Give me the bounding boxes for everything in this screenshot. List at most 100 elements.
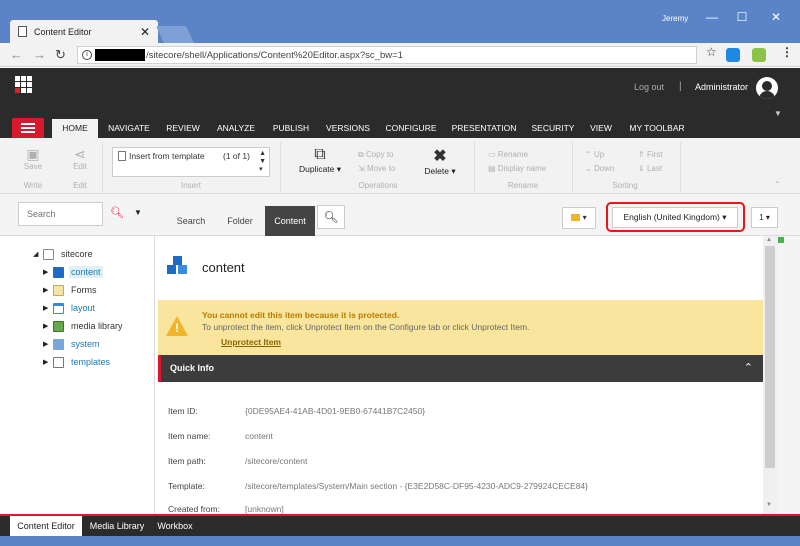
tab-search[interactable]: Search — [167, 206, 215, 236]
tab-navigate[interactable]: NAVIGATE — [102, 119, 156, 138]
extension-icon[interactable] — [726, 48, 740, 62]
search-icon[interactable]: 🔍︎ — [317, 205, 345, 229]
gallery-spinner-icon[interactable]: ▲ ▼ ▾ — [259, 150, 266, 174]
tab-home[interactable]: HOME — [52, 119, 98, 138]
move-to-button[interactable]: ⇲ Move to — [358, 164, 395, 173]
down-button[interactable]: ⌄ Down — [585, 164, 614, 173]
tree-item-system[interactable]: ▶ system — [43, 336, 102, 352]
forward-arrow-icon[interactable]: → — [33, 47, 46, 62]
search-icon[interactable]: 🔍︎ — [110, 206, 124, 219]
expand-icon[interactable]: ▶ — [43, 322, 53, 330]
expand-icon[interactable]: ▶ — [43, 358, 53, 366]
chevron-down-icon[interactable]: ▼ — [134, 208, 142, 217]
tab-content-editor[interactable]: Content Editor — [10, 516, 82, 536]
sitecore-launchpad-icon[interactable] — [15, 76, 32, 93]
quick-info-header[interactable]: Quick Info ⌃ — [158, 355, 763, 382]
tree-item-forms[interactable]: ▶ Forms — [43, 282, 99, 298]
insert-gallery[interactable]: Insert from template (1 of 1) ▲ ▼ ▾ — [112, 147, 270, 177]
tab-security[interactable]: SECURITY — [526, 119, 580, 138]
tab-versions[interactable]: VERSIONS — [321, 119, 375, 138]
tab-publish[interactable]: PUBLISH — [267, 119, 315, 138]
tab-my-toolbar[interactable]: MY TOOLBAR — [624, 119, 690, 138]
tab-view[interactable]: VIEW — [585, 119, 617, 138]
document-icon — [18, 26, 27, 37]
editor-toolbar: Search Folder Content 🔍︎ ▾ English (Unit… — [155, 194, 800, 236]
scroll-down-icon[interactable]: ▼ — [766, 502, 772, 508]
url-field[interactable]: i /sitecore/shell/Applications/Content%2… — [77, 46, 697, 64]
avatar[interactable] — [756, 77, 778, 99]
tab-review[interactable]: REVIEW — [163, 119, 203, 138]
panel-selector-button[interactable]: ▾ — [562, 207, 596, 229]
chevron-up-icon[interactable]: ⌃ — [744, 361, 753, 374]
browser-menu-icon[interactable]: ⋮ — [781, 45, 793, 59]
tab-folder[interactable]: Folder — [215, 206, 265, 236]
copy-icon: ⧉ — [358, 150, 366, 159]
logout-link[interactable]: Log out — [634, 82, 664, 92]
ribbon-minimize-icon[interactable]: ⌃ — [774, 180, 781, 189]
back-arrow-icon[interactable]: ← — [10, 47, 23, 62]
browser-tab[interactable]: Content Editor ✕ — [10, 20, 158, 43]
search-input[interactable] — [18, 202, 103, 226]
last-button[interactable]: ⇓ Last — [638, 164, 662, 173]
field-value: {0DE95AE4-41AB-4D01-9EB0-67441B7C2450} — [245, 406, 426, 416]
group-insert: Insert — [180, 181, 201, 190]
save-icon: ▣ — [26, 146, 40, 162]
ribbon-collapse-icon[interactable]: ▼ — [774, 109, 782, 118]
hamburger-menu-icon[interactable] — [12, 118, 44, 138]
expand-icon[interactable]: ▶ — [43, 286, 53, 294]
info-icon[interactable]: i — [82, 50, 92, 60]
scroll-up-icon[interactable]: ▲ — [766, 237, 772, 243]
tab-analyze[interactable]: ANALYZE — [212, 119, 260, 138]
display-name-button[interactable]: ▤ Display name — [488, 164, 546, 173]
tab-content[interactable]: Content — [265, 206, 315, 236]
user-name[interactable]: Administrator — [695, 82, 748, 92]
first-button[interactable]: ⇑ First — [638, 150, 663, 159]
reload-icon[interactable]: ↻ — [55, 47, 66, 63]
edit-button[interactable]: ⋖ Edit — [65, 146, 95, 171]
expand-icon[interactable]: ▶ — [43, 268, 53, 276]
field-value: /sitecore/templates/System/Main section … — [245, 481, 588, 491]
new-tab-button[interactable] — [156, 26, 194, 43]
down-icon: ⌄ — [585, 164, 594, 173]
tree-item-templates[interactable]: ▶ templates — [43, 354, 112, 370]
delete-button[interactable]: ✖ Delete ▾ — [418, 146, 462, 177]
insert-from-template[interactable]: Insert from template — [129, 151, 205, 161]
tree-item-sitecore[interactable]: ◢ sitecore — [33, 246, 95, 262]
copy-to-button[interactable]: ⧉ Copy to — [358, 150, 394, 160]
divider — [102, 142, 103, 192]
collapse-icon[interactable]: ◢ — [33, 250, 43, 258]
scrollbar-thumb[interactable] — [765, 246, 775, 468]
up-button[interactable]: ⌃ Up — [585, 150, 604, 159]
tab-presentation[interactable]: PRESENTATION — [449, 119, 519, 138]
version-selector[interactable]: 1 ▾ — [751, 207, 778, 228]
tab-media-library[interactable]: Media Library — [84, 516, 150, 536]
content-scrollbar[interactable]: ▲ ▼ — [763, 236, 778, 514]
tree-item-content[interactable]: ▶ content — [43, 264, 103, 280]
save-button[interactable]: ▣ Save — [18, 146, 48, 171]
window-close-button[interactable]: ✕ — [766, 8, 786, 26]
expand-icon[interactable]: ▶ — [43, 304, 53, 312]
save-label: Save — [23, 162, 43, 171]
maximize-button[interactable]: ☐ — [732, 8, 752, 26]
extension-icon[interactable] — [752, 48, 766, 62]
minimize-button[interactable]: — — [702, 8, 722, 26]
tab-configure[interactable]: CONFIGURE — [380, 119, 442, 138]
warning-icon: ! — [166, 316, 188, 336]
unprotect-item-link[interactable]: Unprotect Item — [221, 337, 281, 347]
bookmark-star-icon[interactable]: ☆ — [706, 45, 717, 59]
folder-icon — [571, 214, 581, 221]
rename-button[interactable]: ▭ Rename — [488, 150, 528, 159]
tab-workbox[interactable]: Workbox — [152, 516, 198, 536]
duplicate-button[interactable]: ⧉ Duplicate ▾ — [292, 146, 348, 175]
expand-icon[interactable]: ▶ — [43, 340, 53, 348]
language-selector[interactable]: English (United Kingdom) ▾ — [612, 207, 738, 228]
item-title: content — [202, 259, 245, 275]
content-cube-icon — [167, 256, 189, 278]
tab-close-icon[interactable]: ✕ — [140, 25, 150, 39]
down-label: Down — [593, 164, 615, 173]
tree-item-media-library[interactable]: ▶ media library — [43, 318, 125, 334]
tree-item-layout[interactable]: ▶ layout — [43, 300, 97, 316]
move-to-label: Move to — [366, 164, 396, 173]
validation-status-icon[interactable] — [778, 237, 784, 243]
tree-search-bar: 🔍︎ ▼ — [0, 194, 155, 236]
